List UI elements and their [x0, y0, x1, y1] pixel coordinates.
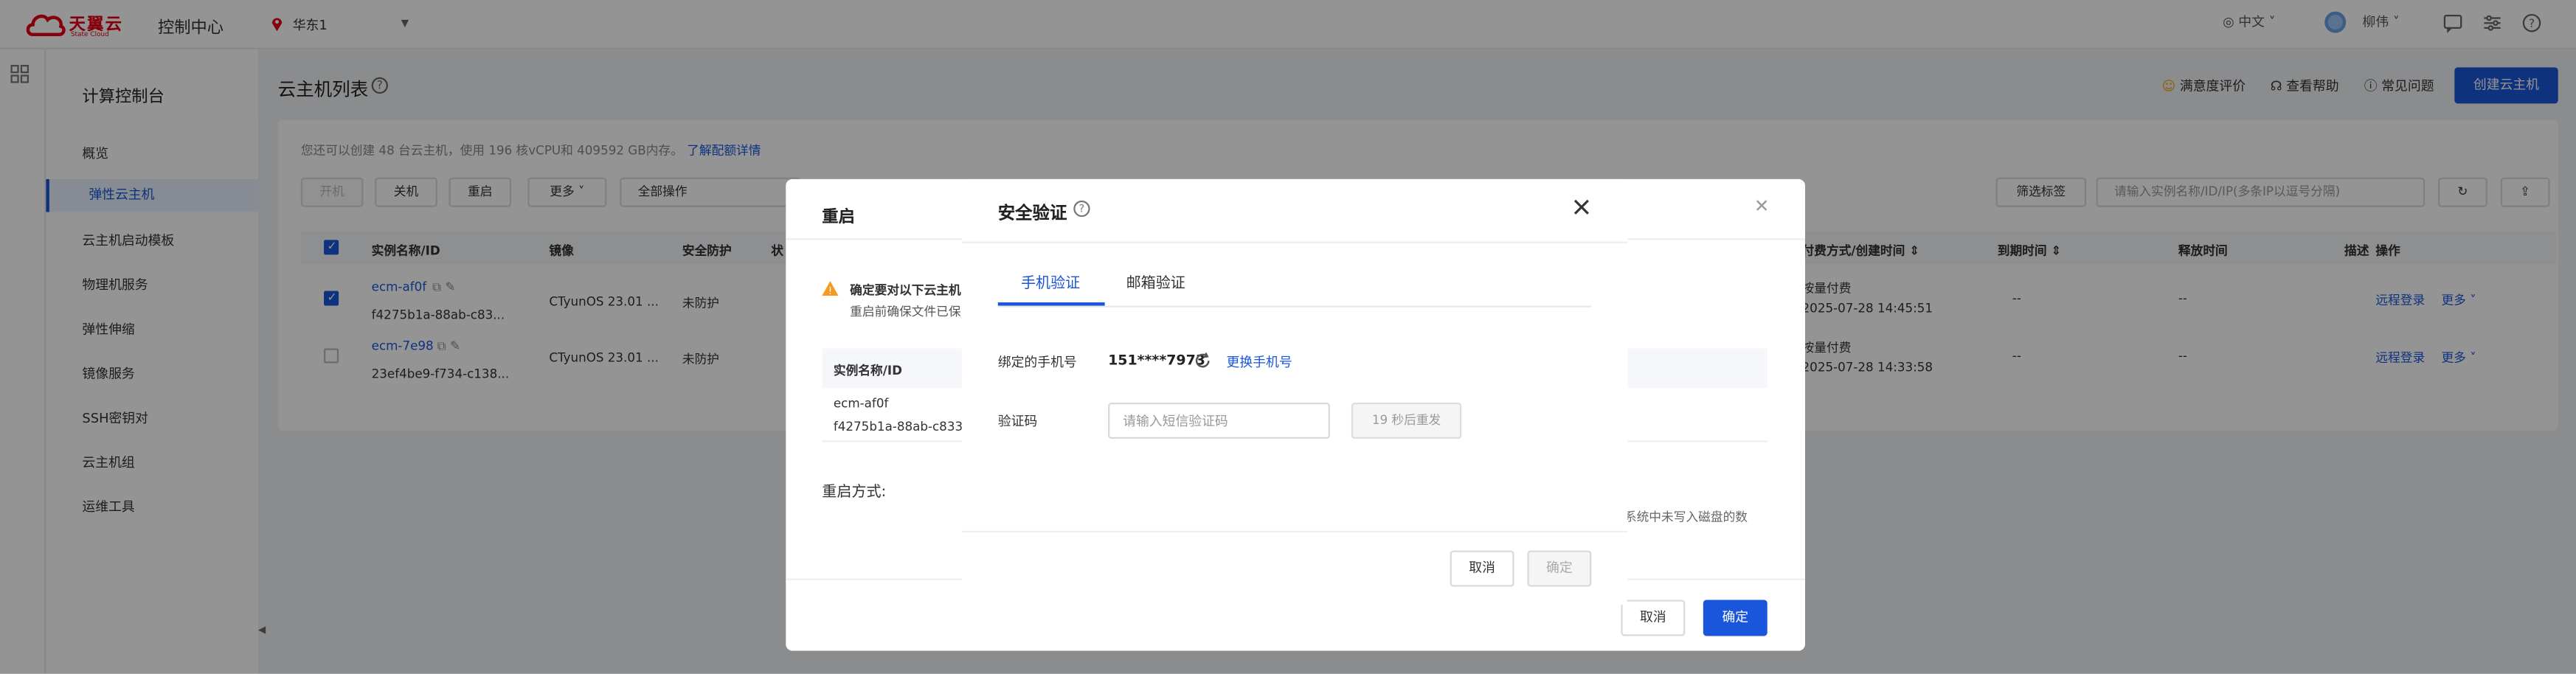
warning-icon: ! [822, 281, 839, 296]
reboot-mode-label: 重启方式: [822, 484, 887, 501]
question-icon[interactable]: ? [1073, 200, 1090, 218]
reboot-warning-sub: 重启前确保文件已保 [850, 304, 961, 319]
phone-label: 绑定的手机号 [997, 355, 1077, 370]
security-verification-dialog: 安全验证 ? 手机验证 邮箱验证 绑定的手机号 151****7973 更换手机… [961, 178, 1628, 605]
refresh-icon[interactable] [1194, 352, 1212, 370]
change-phone-link[interactable]: 更换手机号 [1227, 353, 1292, 372]
security-dialog-title: 安全验证 [997, 204, 1067, 224]
security-cancel-button[interactable]: 取消 [1450, 550, 1514, 587]
active-tab-indicator [997, 302, 1105, 306]
close-icon[interactable] [1572, 197, 1592, 217]
reboot-cancel-button[interactable]: 取消 [1621, 600, 1686, 636]
code-label: 验证码 [997, 414, 1038, 429]
reboot-dialog-title: 重启 [822, 209, 855, 227]
security-confirm-button[interactable]: 确定 [1527, 550, 1592, 587]
divider [961, 241, 1628, 243]
svg-text:!: ! [828, 286, 832, 296]
reboot-instance-name: ecm-af0f [833, 396, 889, 411]
tab-email[interactable]: 邮箱验证 [1126, 271, 1185, 292]
close-icon[interactable]: ✕ [1754, 195, 1770, 217]
verification-tabs: 手机验证 邮箱验证 [997, 260, 1592, 308]
resend-code-button[interactable]: 19 秒后重发 [1351, 403, 1462, 440]
reboot-confirm-button[interactable]: 确定 [1703, 600, 1767, 636]
verification-code-input[interactable] [1108, 403, 1330, 440]
reboot-mode-note: 系统中未写入磁盘的数 [1624, 509, 1748, 524]
phone-number: 151****7973 [1108, 353, 1205, 370]
reboot-instance-id: f4275b1a-88ab-c833 [833, 419, 963, 434]
reboot-warning: 确定要对以下云主机 [850, 282, 961, 298]
divider [961, 530, 1628, 533]
reboot-table-col-name: 实例名称/ID [833, 363, 902, 378]
tab-phone[interactable]: 手机验证 [1021, 271, 1080, 292]
